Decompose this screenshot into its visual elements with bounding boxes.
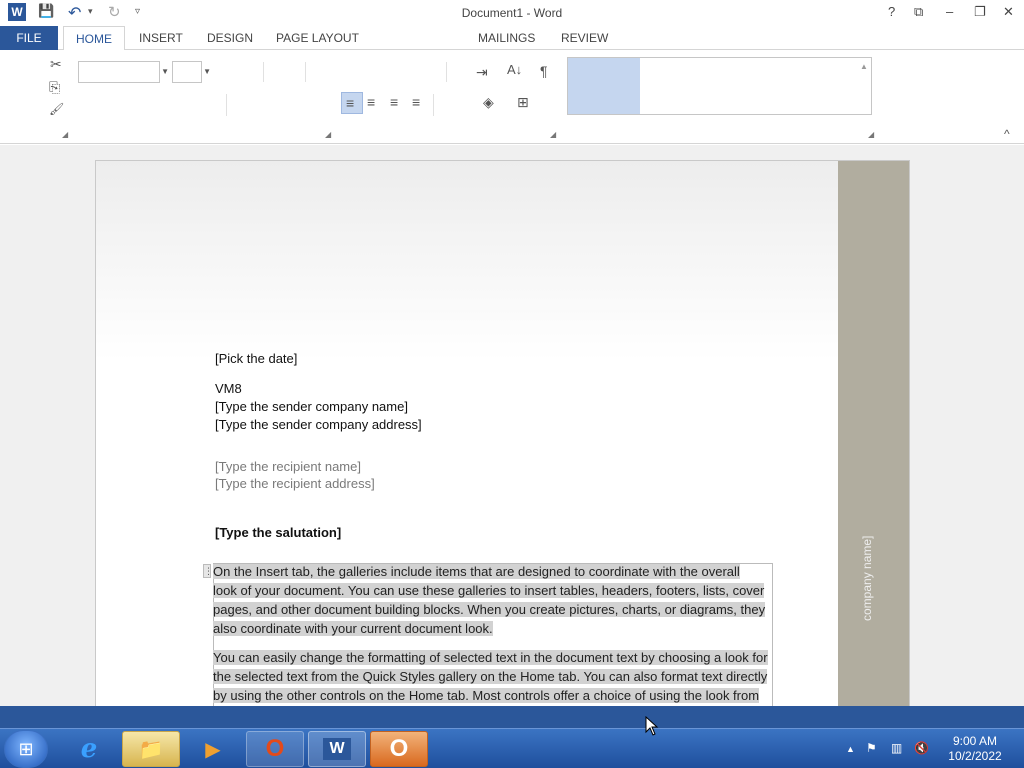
taskbar-office-active[interactable]: O	[370, 731, 428, 767]
tab-insert[interactable]: INSERT	[127, 26, 195, 50]
page-sidebar-band: company name]	[838, 161, 909, 719]
ribbon-home: ✂ ⎘ 🖌 ◢ ▼ ▼ ◢ ⇥ A↓ ¶ ≡ ≡ ≡ ≡ ◈ ⊞ ◢ ▲ ◢ ^	[0, 50, 1024, 144]
collapse-ribbon-icon[interactable]: ^	[1004, 126, 1010, 142]
divider	[305, 62, 306, 82]
taskbar: ⊞ e 📁 ▶ O W O ▲ ⚑ ▥ 🔇 9:00 AM 10/2/2022	[0, 728, 1024, 768]
windows-logo-icon: ⊞	[18, 738, 34, 759]
clock-time: 9:00 AM	[952, 734, 998, 748]
action-center-flag-icon[interactable]: ⚑	[866, 741, 877, 755]
paragraph-line: also coordinate with your current docume…	[213, 621, 493, 636]
tab-home[interactable]: HOME	[63, 26, 125, 51]
document-page[interactable]: company name] [Pick the date] VM8 [Type …	[95, 160, 910, 720]
borders-icon[interactable]: ⊞	[517, 94, 529, 110]
align-center-icon[interactable]: ≡	[367, 94, 375, 110]
sender-name[interactable]: VM8	[215, 380, 242, 398]
page-header-gradient	[96, 161, 838, 361]
tab-file[interactable]: FILE	[0, 26, 58, 50]
styles-scroll-up-icon[interactable]: ▲	[860, 59, 868, 75]
format-painter-icon[interactable]: 🖌	[49, 101, 64, 117]
sidebar-company-name[interactable]: company name]	[860, 536, 874, 621]
system-clock[interactable]: 9:00 AM 10/2/2022	[940, 734, 1010, 764]
body-paragraph-2[interactable]: You can easily change the formatting of …	[213, 648, 771, 705]
justify-icon[interactable]: ≡	[412, 94, 420, 110]
help-icon[interactable]: ?	[888, 4, 895, 19]
body-paragraph-1[interactable]: On the Insert tab, the galleries include…	[213, 562, 771, 638]
font-dialog-launcher-icon[interactable]: ◢	[325, 130, 331, 139]
tab-review[interactable]: REVIEW	[549, 26, 620, 50]
media-player-icon: ▶	[205, 738, 221, 761]
word-icon: W	[323, 738, 351, 760]
network-icon[interactable]: ▥	[891, 741, 902, 755]
font-name-combo[interactable]: ▼	[78, 61, 169, 83]
font-size-dropdown-icon[interactable]: ▼	[203, 67, 211, 76]
mouse-cursor-icon	[645, 716, 659, 736]
taskbar-file-explorer[interactable]: 📁	[122, 731, 180, 767]
ribbon-display-options-icon[interactable]: ⧉	[914, 4, 923, 20]
document-area: company name] [Pick the date] VM8 [Type …	[0, 145, 1024, 720]
paragraph-line: look of your document. You can use these…	[213, 583, 765, 598]
show-hidden-icons-icon[interactable]: ▲	[846, 744, 855, 754]
office-icon: O	[265, 735, 285, 762]
divider	[263, 62, 264, 82]
date-placeholder[interactable]: [Pick the date]	[215, 350, 297, 368]
taskbar-media-player[interactable]: ▶	[184, 731, 242, 767]
tab-page-layout[interactable]: PAGE LAYOUT	[264, 26, 371, 50]
recipient-name-placeholder[interactable]: [Type the recipient name]	[215, 458, 361, 476]
ribbon-tabs: FILE HOME INSERT DESIGN PAGE LAYOUT MAIL…	[0, 26, 1024, 51]
taskbar-word[interactable]: W	[308, 731, 366, 767]
divider	[226, 94, 227, 116]
sort-icon[interactable]: A↓	[507, 62, 522, 78]
restore-button[interactable]: ❐	[974, 4, 986, 20]
copy-icon[interactable]: ⎘	[49, 79, 60, 95]
title-bar: W 💾 ↶ ▾ ↻ ▿ Document1 - Word ? ⧉ – ❐ ✕	[0, 0, 1024, 26]
internet-explorer-icon: e	[80, 734, 98, 764]
font-name-dropdown-icon[interactable]: ▼	[161, 67, 169, 76]
tab-design[interactable]: DESIGN	[195, 26, 265, 50]
paragraph-line: On the Insert tab, the galleries include…	[213, 564, 740, 579]
tab-mailings[interactable]: MAILINGS	[466, 26, 547, 50]
folder-icon: 📁	[138, 738, 164, 761]
paragraph-line: the selected text from the Quick Styles …	[213, 669, 768, 684]
paragraph-line: You can easily change the formatting of …	[213, 650, 768, 665]
salutation-placeholder[interactable]: [Type the salutation]	[215, 524, 341, 542]
show-paragraph-marks-icon[interactable]: ¶	[540, 63, 548, 79]
window-title: Document1 - Word	[461, 6, 563, 20]
recipient-address-placeholder[interactable]: [Type the recipient address]	[215, 475, 375, 493]
divider	[433, 94, 434, 116]
minimize-button[interactable]: –	[946, 4, 953, 19]
status-bar-strip	[0, 706, 1024, 728]
office-active-icon: O	[389, 735, 409, 762]
align-left-button[interactable]: ≡	[341, 92, 363, 114]
cut-icon[interactable]: ✂	[50, 56, 62, 72]
paragraph-line: by using the other controls on the Home …	[213, 688, 760, 703]
paragraph-dialog-launcher-icon[interactable]: ◢	[550, 130, 556, 139]
start-button[interactable]: ⊞	[4, 730, 48, 768]
taskbar-internet-explorer[interactable]: e	[60, 731, 118, 767]
sender-address-placeholder[interactable]: [Type the sender company address]	[215, 416, 422, 434]
shading-icon[interactable]: ◈	[483, 94, 494, 110]
clock-date: 10/2/2022	[948, 749, 1002, 763]
close-button[interactable]: ✕	[1003, 4, 1014, 20]
font-size-combo[interactable]: ▼	[172, 61, 211, 83]
taskbar-office[interactable]: O	[246, 731, 304, 767]
align-left-icon: ≡	[346, 95, 355, 111]
style-normal-selected[interactable]	[568, 58, 640, 114]
styles-gallery[interactable]: ▲	[567, 57, 872, 115]
divider	[446, 62, 447, 82]
align-right-icon[interactable]: ≡	[390, 94, 398, 110]
increase-indent-icon[interactable]: ⇥	[476, 64, 488, 80]
content-control-handle-icon[interactable]: ⋮	[203, 564, 213, 578]
volume-muted-icon[interactable]: 🔇	[914, 741, 929, 755]
styles-dialog-launcher-icon[interactable]: ◢	[868, 130, 874, 139]
clipboard-dialog-launcher-icon[interactable]: ◢	[62, 130, 68, 139]
sender-company-placeholder[interactable]: [Type the sender company name]	[215, 398, 408, 416]
paragraph-line: pages, and other document building block…	[213, 602, 766, 617]
